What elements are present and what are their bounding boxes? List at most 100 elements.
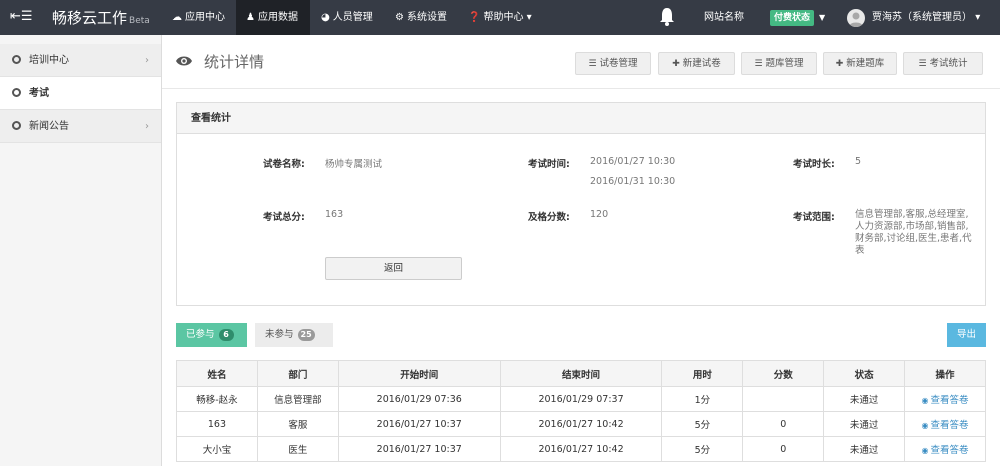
exam-range-label: 考试范围: [793,212,835,223]
nav-item-app-data[interactable]: ♟ 应用数据 [236,0,310,35]
list-icon: ☰ [754,59,763,69]
cell-start: 2016/01/29 07:36 [337,386,501,412]
back-button[interactable]: 返回 [325,257,462,280]
cell-start: 2016/01/27 10:37 [337,436,501,462]
view-answer-link[interactable]: ◉ 查看答卷 [904,411,986,437]
eye-icon: ◉ [921,446,929,455]
sidebar-item-training[interactable]: 培训中心 › [0,44,161,77]
tab-joined[interactable]: 已参与 6 [176,323,247,347]
view-answer-link[interactable]: ◉ 查看答卷 [904,436,986,462]
joined-count-badge: 6 [218,329,234,341]
view-answer-link[interactable]: ◉ 查看答卷 [904,386,986,412]
exam-time-end: 2016/01/31 10:30 [590,176,676,187]
chevron-down-icon[interactable]: ▼ [819,0,825,35]
new-paper-button[interactable]: ✚ 新建试卷 [658,52,735,75]
col-header-dept: 部门 [256,360,339,387]
question-icon: ❓ [468,12,481,23]
nav-item-settings[interactable]: ⚙ 系统设置 [395,0,457,35]
chevron-down-icon: ▾ [975,12,981,23]
tab-not-joined[interactable]: 未参与 25 [255,323,333,347]
table-row: 163 客服 2016/01/27 10:37 2016/01/27 10:42… [176,411,986,437]
brand[interactable]: 畅移云工作 Beta [52,7,150,28]
cell-end: 2016/01/27 10:42 [499,411,663,437]
sidebar-item-news[interactable]: 新闻公告 › [0,110,161,143]
brand-beta: Beta [129,16,150,26]
avatar[interactable] [847,9,865,27]
paper-name-value: 杨帅专属测试 [325,159,383,170]
cell-name: 畅移-赵永 [176,386,258,412]
plus-icon: ✚ [672,59,680,69]
exam-time-label: 考试时间: [528,159,570,170]
cell-status: 未通过 [823,411,906,437]
top-navbar: ⇤☰ 畅移云工作 Beta ☁ 应用中心 ♟ 应用数据 ◕ 人员管理 ⚙ 系统设置 ❓ 帮助… [0,0,1000,35]
page-title: 统计详情 [204,53,265,71]
paper-manage-button[interactable]: ☰ 试卷管理 [575,52,651,75]
user-avatar-icon [849,12,863,27]
cell-score: 0 [742,411,825,437]
site-name-link[interactable]: 网站名称 [704,0,744,35]
cell-dept: 信息管理部 [256,386,339,412]
exam-stats-button[interactable]: ☰ 考试统计 [903,52,983,75]
col-header-start: 开始时间 [337,360,501,387]
duration-value: 5 [855,156,862,167]
stats-panel: 查看统计 试卷名称: 杨帅专属测试 考试时间: 2016/01/27 10:30… [176,102,986,306]
chevron-down-icon: ▾ [526,12,532,23]
table-row: 大小宝 医生 2016/01/27 10:37 2016/01/27 10:42… [176,436,986,462]
not-joined-count-badge: 25 [297,329,315,341]
nav-item-help[interactable]: ❓ 帮助中心 ▾ [468,0,538,35]
cell-end: 2016/01/27 10:42 [499,436,663,462]
export-button[interactable]: 导出 [947,323,986,347]
users-icon: ♟ [246,12,255,23]
pass-score-label: 及格分数: [528,212,570,223]
cell-used: 5分 [661,436,744,462]
question-bank-button[interactable]: ☰ 题库管理 [741,52,817,75]
col-header-action: 操作 [904,360,986,387]
cell-dept: 医生 [256,436,339,462]
results-table: 姓名 部门 开始时间 结束时间 用时 分数 状态 操作 畅移-赵永 信息管理部 … [176,360,986,462]
nav-item-app-center[interactable]: ☁ 应用中心 [172,0,234,35]
dashboard-icon: ◕ [321,12,330,23]
cell-end: 2016/01/29 07:37 [499,386,663,412]
col-header-used: 用时 [661,360,744,387]
cell-score [742,386,825,412]
cell-name: 163 [176,411,258,437]
cell-used: 5分 [661,411,744,437]
circle-icon [12,55,21,64]
menu-collapse-icon[interactable]: ⇤☰ [10,9,33,25]
new-question-bank-button[interactable]: ✚ 新建题库 [823,52,897,75]
table-header-row: 姓名 部门 开始时间 结束时间 用时 分数 状态 操作 [176,360,986,387]
col-header-score: 分数 [742,360,825,387]
cell-start: 2016/01/27 10:37 [337,411,501,437]
nav-item-staff[interactable]: ◕ 人员管理 [321,0,383,35]
circle-icon [12,88,21,97]
eye-icon: ◉ [921,421,929,430]
eye-icon: ◉ [921,396,929,405]
exam-range-value: 信息管理部,客服,总经理室,人力资源部,市场部,销售部,财务部,讨论组,医生,患… [855,209,972,256]
main-content: 统计详情 ☰ 试卷管理 ✚ 新建试卷 ☰ 题库管理 ✚ 新建题库 ☰ 考试统计 查看统计 … [162,35,1000,466]
panel-title: 查看统计 [177,103,985,134]
exam-time-start: 2016/01/27 10:30 [590,156,676,167]
sidebar: 培训中心 › 考试 新闻公告 › [0,35,162,466]
cell-status: 未通过 [823,436,906,462]
bell-icon[interactable] [658,7,676,27]
brand-name: 畅移云工作 [52,9,128,27]
eye-icon [176,56,192,66]
chevron-right-icon: › [145,121,149,132]
paper-name-label: 试卷名称: [263,159,305,170]
cell-used: 1分 [661,386,744,412]
cell-name: 大小宝 [176,436,258,462]
list-icon: ☰ [918,59,927,69]
gears-icon: ⚙ [395,12,404,23]
cloud-icon: ☁ [172,12,182,23]
total-score-value: 163 [325,209,344,220]
pay-status-badge[interactable]: 付费状态 [770,10,815,26]
user-menu[interactable]: 贾海苏（系统管理员） ▾ [872,0,980,35]
list-icon: ☰ [588,59,597,69]
duration-label: 考试时长: [793,159,835,170]
col-header-status: 状态 [823,360,906,387]
plus-icon: ✚ [835,59,844,69]
sidebar-item-exam[interactable]: 考试 [0,77,161,110]
col-header-end: 结束时间 [499,360,663,387]
total-score-label: 考试总分: [263,212,305,223]
table-row: 畅移-赵永 信息管理部 2016/01/29 07:36 2016/01/29 … [176,386,986,412]
